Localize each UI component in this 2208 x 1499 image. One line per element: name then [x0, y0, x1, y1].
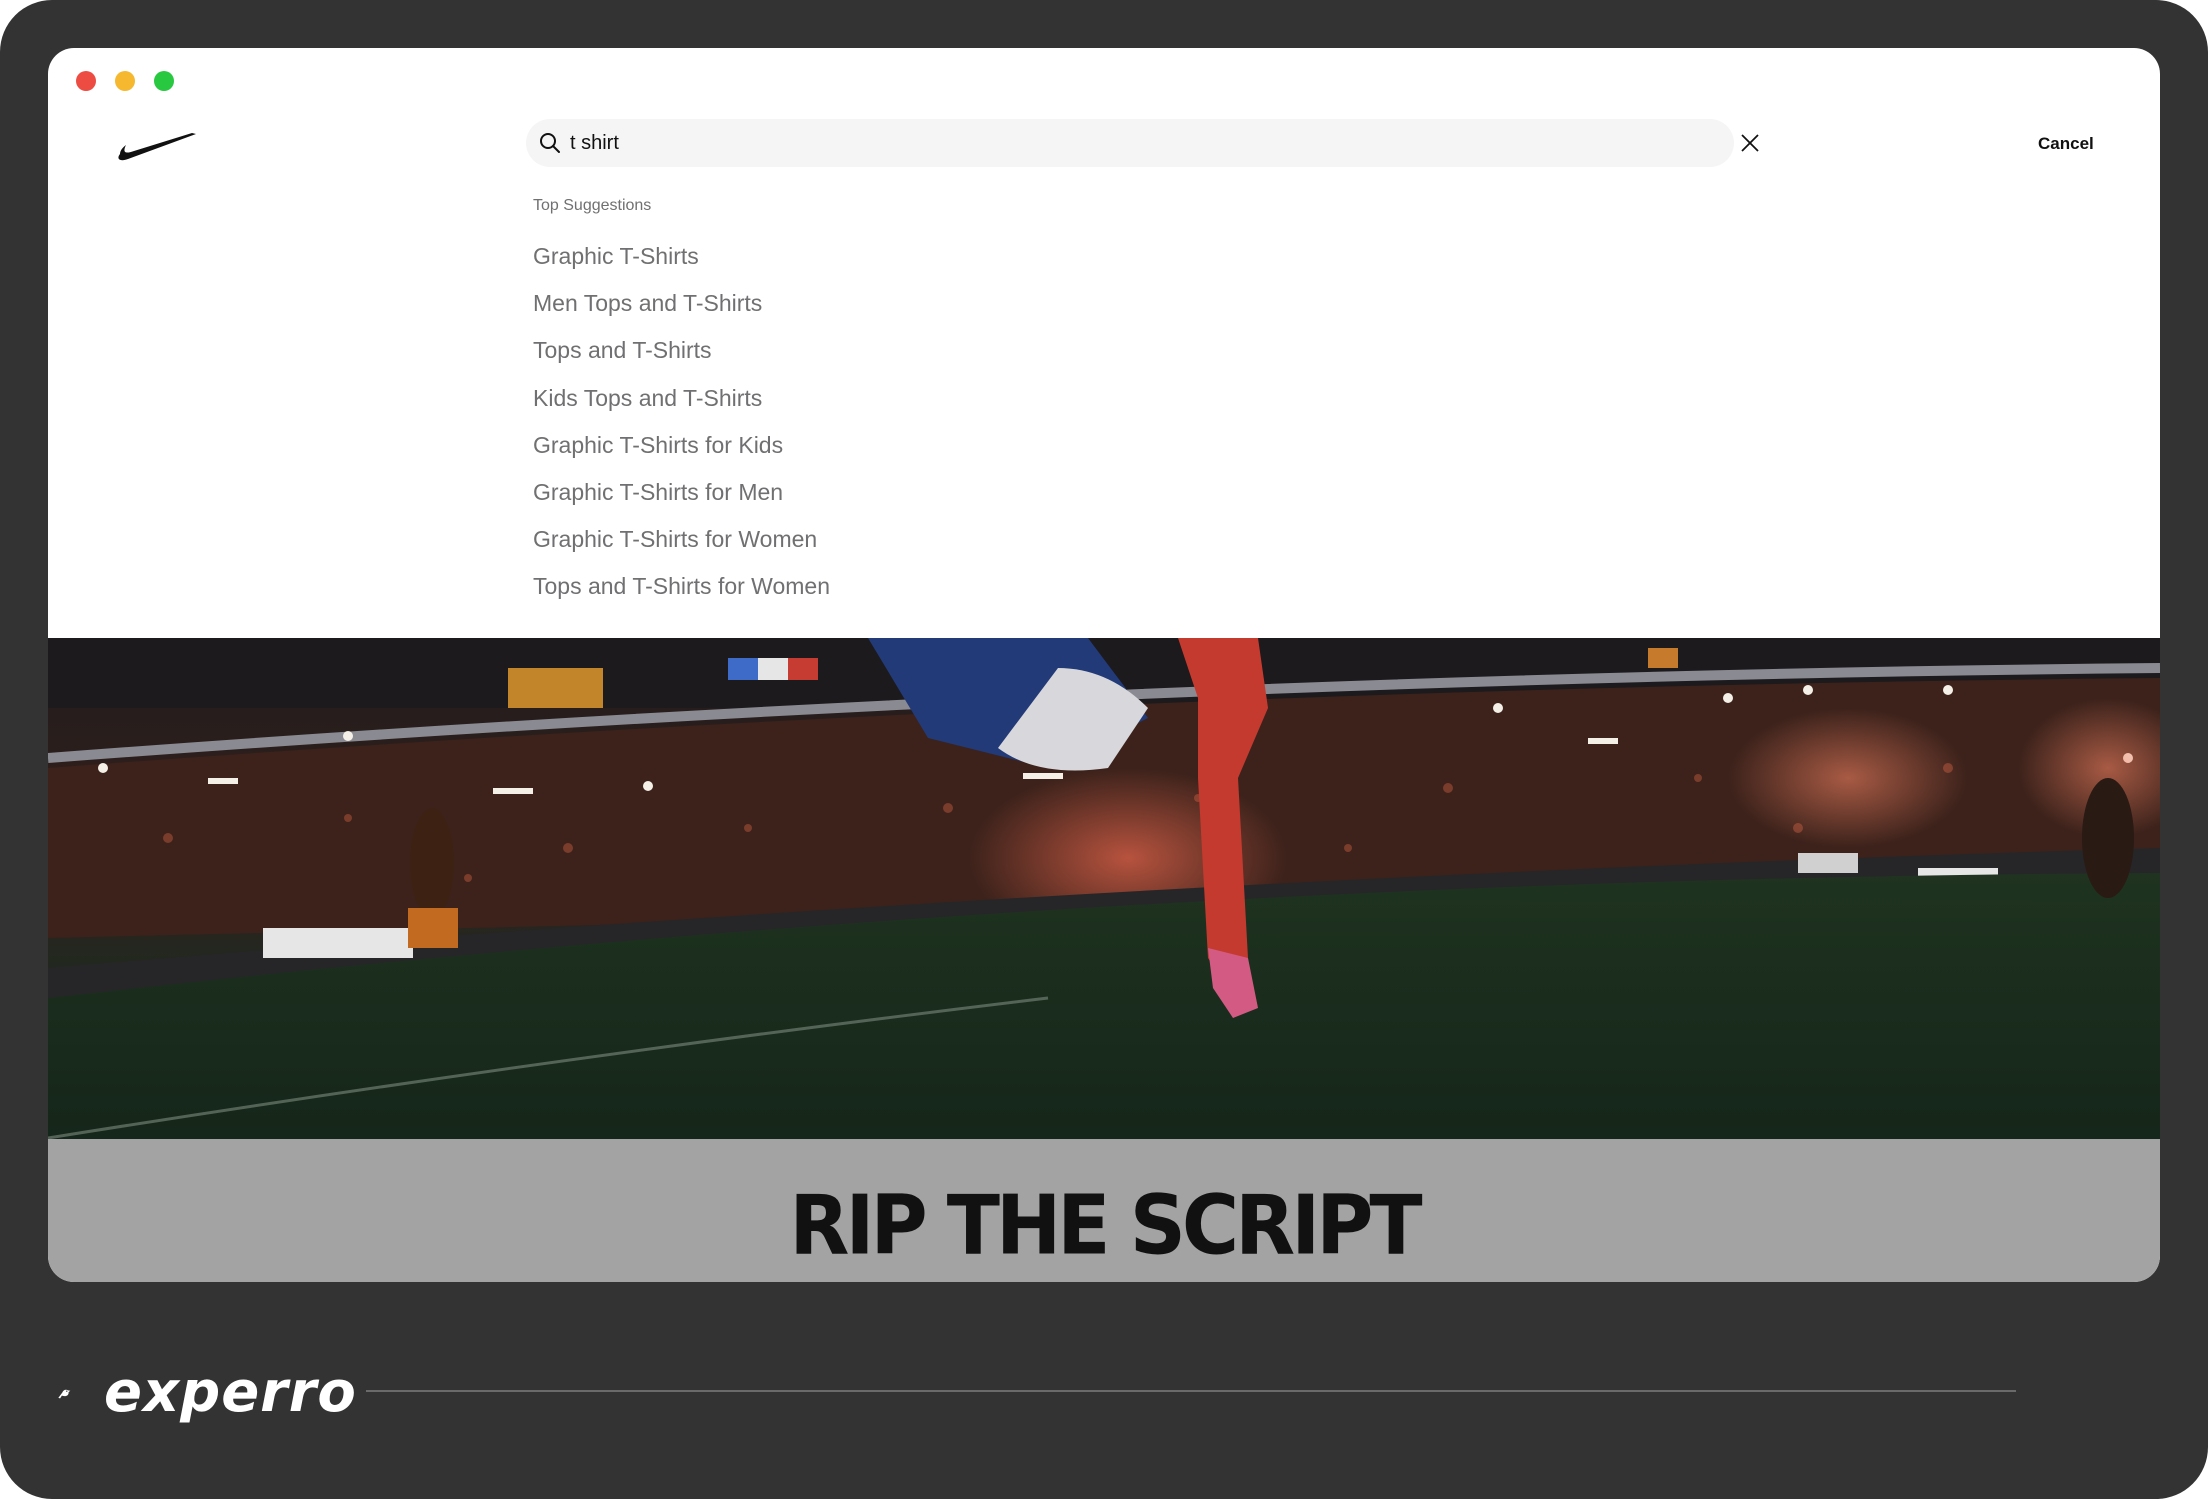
suggestion-item[interactable]: Tops and T-Shirts for Women: [533, 571, 830, 618]
maximize-window-button[interactable]: [154, 71, 174, 91]
suggestion-item[interactable]: Graphic T-Shirts for Kids: [533, 430, 830, 477]
stadium-scene-image: [48, 638, 2160, 1139]
browser-window: Cancel Top Suggestions Graphic T-Shirts …: [48, 48, 2160, 1282]
close-icon[interactable]: [1739, 132, 1761, 154]
suggestions-list: Graphic T-Shirts Men Tops and T-Shirts T…: [533, 241, 830, 619]
suggestion-item[interactable]: Graphic T-Shirts for Women: [533, 524, 830, 571]
suggestion-item[interactable]: Men Tops and T-Shirts: [533, 288, 830, 335]
suggestion-item[interactable]: Graphic T-Shirts for Men: [533, 477, 830, 524]
screenshot-frame: Cancel Top Suggestions Graphic T-Shirts …: [0, 0, 2208, 1499]
suggestion-item[interactable]: Tops and T-Shirts: [533, 335, 830, 382]
banner-title: RIP THE SCRIPT: [789, 1178, 1422, 1274]
cancel-button[interactable]: Cancel: [2038, 134, 2094, 154]
divider-line: [366, 1390, 2016, 1392]
search-bar: [526, 119, 1759, 167]
suggestion-item[interactable]: Graphic T-Shirts: [533, 241, 830, 288]
nike-swoosh-icon[interactable]: [116, 126, 198, 162]
search-input[interactable]: [570, 125, 1670, 161]
campaign-banner: RIP THE SCRIPT: [48, 1139, 2160, 1282]
minimize-window-button[interactable]: [115, 71, 135, 91]
suggestions-heading: Top Suggestions: [533, 197, 652, 214]
hero-image[interactable]: [48, 638, 2160, 1139]
close-window-button[interactable]: [76, 71, 96, 91]
suggestion-item[interactable]: Kids Tops and T-Shirts: [533, 383, 830, 430]
search-icon[interactable]: [538, 131, 562, 155]
experro-logo: experro: [104, 1360, 357, 1425]
